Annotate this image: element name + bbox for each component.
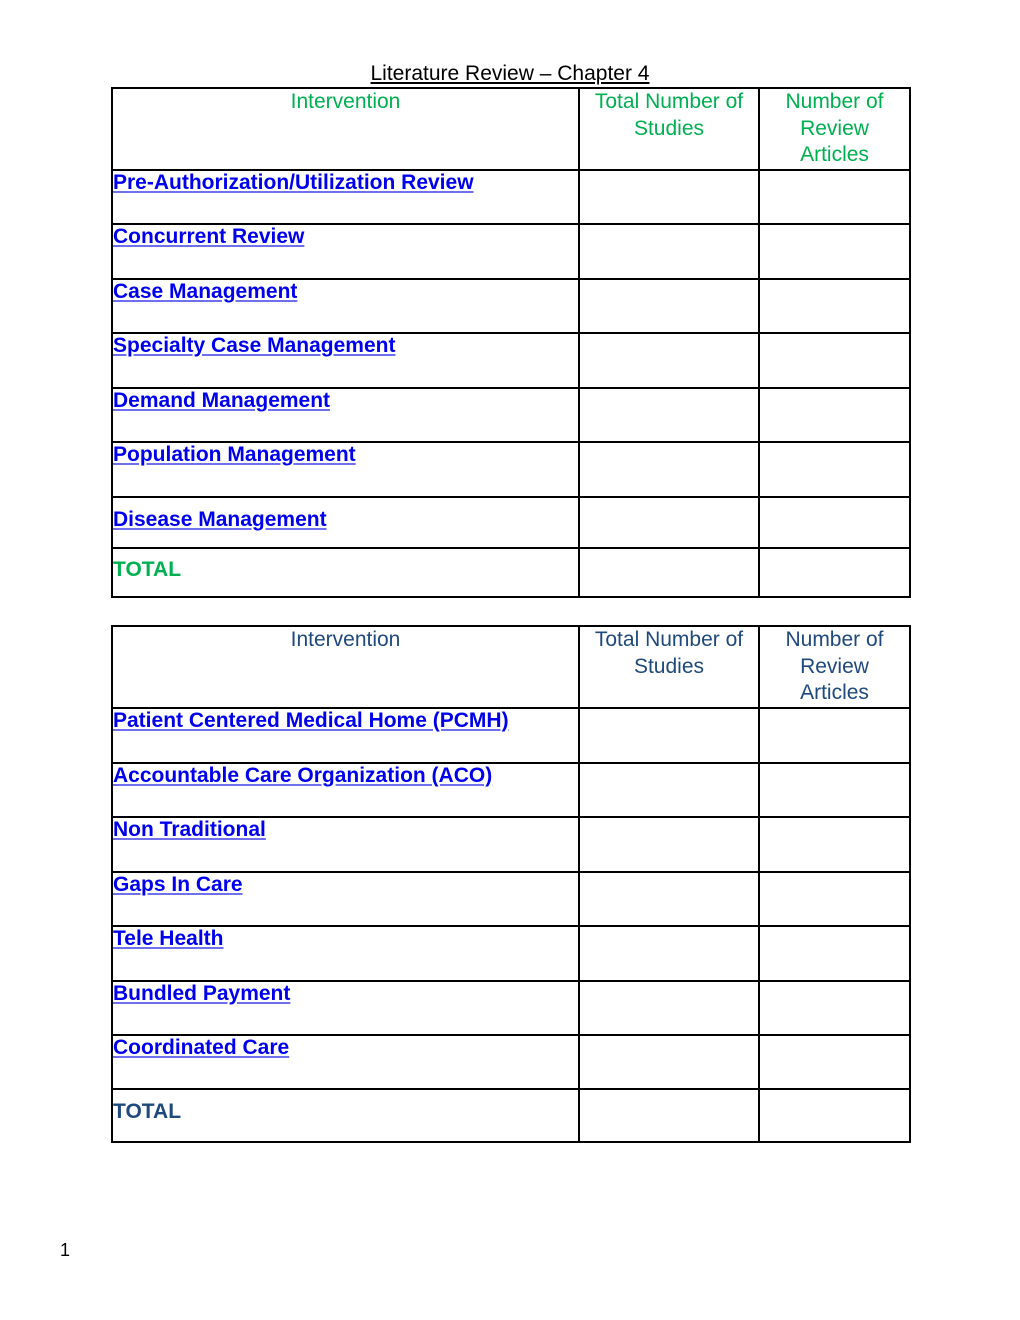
- total-label-cell: TOTAL: [111, 1087, 580, 1143]
- review-articles-cell[interactable]: [758, 1033, 911, 1090]
- intervention-link[interactable]: Concurrent Review: [113, 225, 304, 248]
- intervention-cell: Non Traditional: [111, 815, 580, 873]
- header-intervention: Intervention: [111, 625, 580, 709]
- intervention-link[interactable]: Tele Health: [113, 927, 223, 950]
- total-label-cell: TOTAL: [111, 547, 580, 598]
- review-articles-cell[interactable]: [758, 169, 911, 225]
- intervention-link[interactable]: Specialty Case Management: [113, 334, 395, 357]
- review-articles-cell[interactable]: [758, 924, 911, 982]
- intervention-link[interactable]: Non Traditional: [113, 818, 266, 841]
- intervention-link[interactable]: Bundled Payment: [113, 982, 290, 1005]
- table-row: Tele Health: [111, 924, 911, 982]
- review-articles-cell[interactable]: [758, 441, 911, 498]
- header-total-studies-text: Total Number of Studies: [594, 90, 744, 140]
- total-row: TOTAL: [111, 547, 911, 598]
- intervention-cell: Coordinated Care: [111, 1033, 580, 1090]
- total-studies-cell[interactable]: [578, 278, 760, 334]
- review-articles-cell[interactable]: [758, 706, 911, 764]
- table-row: Non Traditional: [111, 815, 911, 873]
- intervention-cell: Gaps In Care: [111, 870, 580, 927]
- table-header-row: Intervention Total Number of Studies Num…: [111, 625, 911, 709]
- review-articles-cell[interactable]: [758, 496, 911, 549]
- total-studies-sum-cell[interactable]: [578, 1087, 760, 1143]
- total-studies-cell[interactable]: [578, 761, 760, 818]
- intervention-cell: Disease Management: [111, 496, 580, 549]
- header-review-articles-text: Number of Review Articles: [785, 628, 884, 704]
- intervention-cell: Population Management: [111, 441, 580, 498]
- total-studies-cell[interactable]: [578, 332, 760, 389]
- intervention-link[interactable]: Population Management: [113, 443, 356, 466]
- total-row: TOTAL: [111, 1087, 911, 1143]
- table-row: Concurrent Review: [111, 223, 911, 280]
- document-title: Literature Review – Chapter 4: [370, 62, 650, 85]
- total-studies-cell[interactable]: [578, 924, 760, 982]
- intervention-link[interactable]: Coordinated Care: [113, 1036, 289, 1059]
- header-intervention: Intervention: [111, 87, 580, 171]
- header-total-studies: Total Number of Studies: [578, 87, 760, 171]
- intervention-link[interactable]: Pre-Authorization/Utilization Review: [113, 171, 474, 194]
- total-review-articles-sum-cell[interactable]: [758, 1087, 911, 1143]
- intervention-link[interactable]: Gaps In Care: [113, 873, 243, 896]
- page-number: 1: [60, 1240, 71, 1260]
- intervention-cell: Accountable Care Organization (ACO): [111, 761, 580, 818]
- intervention-link[interactable]: Case Management: [113, 280, 297, 303]
- intervention-table-1: Intervention Total Number of Studies Num…: [111, 87, 911, 598]
- intervention-cell: Pre-Authorization/Utilization Review: [111, 169, 580, 225]
- table-row: Gaps In Care: [111, 870, 911, 927]
- total-studies-cell[interactable]: [578, 815, 760, 873]
- total-studies-cell[interactable]: [578, 496, 760, 549]
- header-review-articles: Number of Review Articles: [758, 625, 911, 709]
- intervention-link[interactable]: Demand Management: [113, 389, 330, 412]
- table-header-row: Intervention Total Number of Studies Num…: [111, 87, 911, 171]
- total-studies-cell[interactable]: [578, 706, 760, 764]
- total-label: TOTAL: [113, 557, 182, 581]
- review-articles-cell[interactable]: [758, 332, 911, 389]
- review-articles-cell[interactable]: [758, 979, 911, 1036]
- intervention-cell: Tele Health: [111, 924, 580, 982]
- review-articles-cell[interactable]: [758, 387, 911, 443]
- table-row: Demand Management: [111, 387, 911, 443]
- table-row: Bundled Payment: [111, 979, 911, 1036]
- review-articles-cell[interactable]: [758, 761, 911, 818]
- table-row: Specialty Case Management: [111, 332, 911, 389]
- review-articles-cell[interactable]: [758, 223, 911, 280]
- total-studies-cell[interactable]: [578, 223, 760, 280]
- table-row: Coordinated Care: [111, 1033, 911, 1090]
- header-review-articles-text: Number of Review Articles: [785, 90, 884, 166]
- intervention-cell: Demand Management: [111, 387, 580, 443]
- review-articles-cell[interactable]: [758, 278, 911, 334]
- intervention-cell: Patient Centered Medical Home (PCMH): [111, 706, 580, 764]
- table-row: Pre-Authorization/Utilization Review: [111, 169, 911, 225]
- intervention-cell: Specialty Case Management: [111, 332, 580, 389]
- header-total-studies-text: Total Number of Studies: [594, 628, 744, 678]
- total-studies-cell[interactable]: [578, 1033, 760, 1090]
- total-studies-cell[interactable]: [578, 169, 760, 225]
- intervention-link[interactable]: Disease Management: [113, 508, 327, 531]
- table-row: Disease Management: [111, 496, 911, 549]
- intervention-cell: Case Management: [111, 278, 580, 334]
- header-review-articles: Number of Review Articles: [758, 87, 911, 171]
- total-review-articles-sum-cell[interactable]: [758, 547, 911, 598]
- total-label: TOTAL: [113, 1100, 182, 1123]
- intervention-link[interactable]: Accountable Care Organization (ACO): [113, 764, 492, 787]
- total-studies-cell[interactable]: [578, 387, 760, 443]
- intervention-cell: Bundled Payment: [111, 979, 580, 1036]
- intervention-cell: Concurrent Review: [111, 223, 580, 280]
- total-studies-cell[interactable]: [578, 441, 760, 498]
- header-total-studies: Total Number of Studies: [578, 625, 760, 709]
- intervention-table-2: Intervention Total Number of Studies Num…: [111, 625, 911, 1143]
- table-row: Accountable Care Organization (ACO): [111, 761, 911, 818]
- review-articles-cell[interactable]: [758, 870, 911, 927]
- total-studies-cell[interactable]: [578, 870, 760, 927]
- table-row: Population Management: [111, 441, 911, 498]
- total-studies-cell[interactable]: [578, 979, 760, 1036]
- intervention-link[interactable]: Patient Centered Medical Home (PCMH): [113, 709, 509, 732]
- review-articles-cell[interactable]: [758, 815, 911, 873]
- total-studies-sum-cell[interactable]: [578, 547, 760, 598]
- table-row: Patient Centered Medical Home (PCMH): [111, 706, 911, 764]
- table-row: Case Management: [111, 278, 911, 334]
